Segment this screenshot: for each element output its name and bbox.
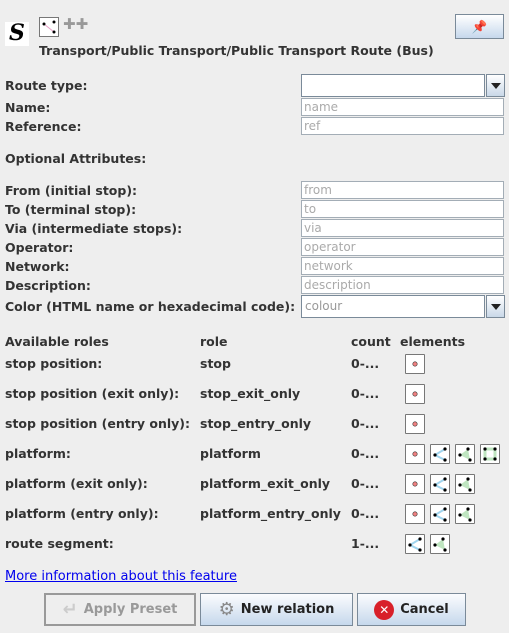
node-icon <box>405 474 425 494</box>
optional-attributes-heading: Optional Attributes: <box>5 151 147 166</box>
node-icon <box>405 384 425 404</box>
apply-preset-label: Apply Preset <box>83 602 178 617</box>
roles-header-elements: elements <box>400 334 466 349</box>
closedway-icon <box>430 534 450 554</box>
closedway-icon <box>455 474 475 494</box>
role-name: route segment: <box>5 536 114 551</box>
relation-type-icon <box>39 17 59 37</box>
role-name: stop position (entry only): <box>5 416 191 431</box>
role-count: 0-... <box>351 506 380 521</box>
cancel-button[interactable]: ✕ Cancel <box>357 593 466 626</box>
route-type-combo[interactable] <box>301 74 485 97</box>
name-input[interactable]: name <box>301 98 504 116</box>
to-input[interactable]: to <box>301 200 504 218</box>
role-name: stop position (exit only): <box>5 386 180 401</box>
role-count: 0-... <box>351 476 380 491</box>
preset-title: Transport/Public Transport/Public Transp… <box>39 43 434 58</box>
description-input[interactable]: description <box>301 276 504 294</box>
role-name: stop position: <box>5 356 103 371</box>
node-icon <box>405 414 425 434</box>
route-type-label: Route type: <box>5 78 88 93</box>
pin-button[interactable]: 📌 <box>455 14 504 39</box>
role-key: platform <box>200 446 261 461</box>
role-key: stop <box>200 356 231 371</box>
pin-icon: 📌 <box>471 19 488 34</box>
apply-arrow-icon: ↵ <box>62 599 78 620</box>
multi-plus-icon: ✚✚ <box>63 15 89 33</box>
new-relation-button[interactable]: ⚙ New relation <box>200 593 353 626</box>
role-name: platform (exit only): <box>5 476 148 491</box>
to-label: To (terminal stop): <box>5 202 137 217</box>
way-icon <box>430 504 450 524</box>
new-relation-label: New relation <box>240 602 335 617</box>
apply-preset-button[interactable]: ↵ Apply Preset <box>44 593 196 626</box>
gear-plus-icon: ⚙ <box>218 599 235 620</box>
cancel-icon: ✕ <box>374 599 395 620</box>
role-count: 0-... <box>351 446 380 461</box>
from-input[interactable]: from <box>301 181 504 199</box>
role-count: 0-... <box>351 416 380 431</box>
role-key: platform_exit_only <box>200 476 331 491</box>
reference-input[interactable]: ref <box>301 117 504 135</box>
reference-label: Reference: <box>5 119 82 134</box>
route-type-dropdown-arrow[interactable] <box>486 74 505 97</box>
via-label: Via (intermediate stops): <box>5 221 183 236</box>
operator-input[interactable]: operator <box>301 238 504 256</box>
role-name: platform (entry only): <box>5 506 159 521</box>
role-count: 0-... <box>351 356 380 371</box>
closedway-icon <box>455 504 475 524</box>
role-name: platform: <box>5 446 71 461</box>
node-icon <box>405 504 425 524</box>
preset-icon: S <box>5 22 29 46</box>
color-combo[interactable]: colour <box>301 295 485 318</box>
way-icon <box>430 444 450 464</box>
roles-header-count: count <box>351 334 391 349</box>
color-dropdown-arrow[interactable] <box>486 295 505 318</box>
way-icon <box>405 534 425 554</box>
operator-label: Operator: <box>5 240 74 255</box>
node-icon <box>405 444 425 464</box>
role-key: stop_entry_only <box>200 416 312 431</box>
name-label: Name: <box>5 100 51 115</box>
from-label: From (initial stop): <box>5 183 138 198</box>
role-count: 1-... <box>351 536 380 551</box>
network-input[interactable]: network <box>301 257 504 275</box>
cancel-label: Cancel <box>400 602 449 617</box>
way-icon <box>430 474 450 494</box>
roles-header-role: role <box>200 334 228 349</box>
description-label: Description: <box>5 278 91 293</box>
more-info-link[interactable]: More information about this feature <box>5 569 237 584</box>
closedway-icon <box>455 444 475 464</box>
network-label: Network: <box>5 259 70 274</box>
node-icon <box>405 354 425 374</box>
color-label: Color (HTML name or hexadecimal code): <box>5 299 296 314</box>
role-key: platform_entry_only <box>200 506 341 521</box>
via-input[interactable]: via <box>301 219 504 237</box>
roles-header-available: Available roles <box>5 334 109 349</box>
multipolygon-icon <box>480 444 500 464</box>
role-count: 0-... <box>351 386 380 401</box>
role-key: stop_exit_only <box>200 386 301 401</box>
